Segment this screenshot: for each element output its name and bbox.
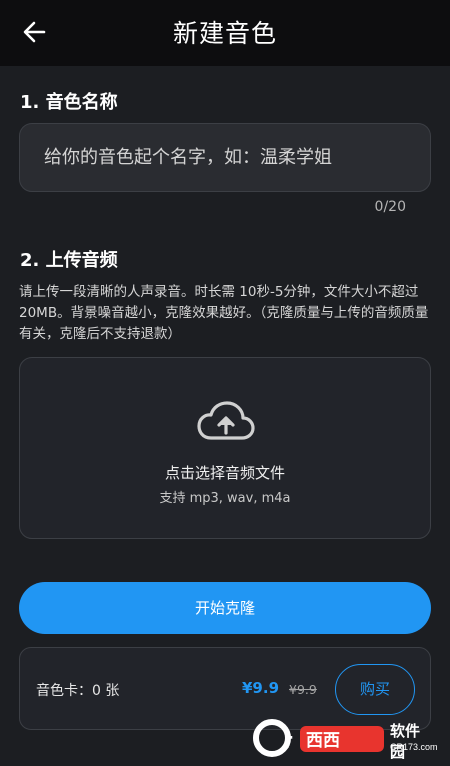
voice-name-section-title: 1. 音色名称: [20, 92, 118, 113]
upload-description: 请上传一段清晰的人声录音。时长需 10秒-5分钟，文件大小不超过 20MB。背景…: [19, 284, 429, 342]
start-clone-button[interactable]: 开始克隆: [19, 582, 431, 634]
svg-text:r: r: [284, 728, 293, 753]
cloud-upload-icon: [197, 401, 255, 440]
watermark-logo-icon: r 西西: [253, 719, 384, 757]
upload-section-title: 2. 上传音频: [20, 250, 118, 271]
page-title: 新建音色: [172, 19, 277, 48]
voice-name-field[interactable]: [19, 123, 431, 192]
watermark-domain: CR173.com: [390, 742, 438, 752]
svg-text:西西: 西西: [306, 731, 340, 751]
voice-name-input[interactable]: [44, 124, 414, 191]
voice-card-count: 音色卡：0 张: [36, 683, 120, 699]
upload-audio-area[interactable]: 点击选择音频文件 支持 mp3, wav, m4a: [19, 357, 431, 539]
upload-label: 点击选择音频文件: [164, 464, 285, 482]
watermark-logo: r 西西 软件园 CR173.com: [250, 714, 438, 762]
current-price: ¥9.9: [242, 679, 280, 697]
buy-button[interactable]: 购买: [335, 664, 415, 715]
app-header: 新建音色: [0, 0, 450, 66]
original-price: ¥9.9: [289, 682, 317, 697]
upload-formats: 支持 mp3, wav, m4a: [159, 491, 291, 506]
watermark-brand: 软件园: [390, 723, 421, 761]
name-char-counter: 0/20: [374, 199, 406, 215]
